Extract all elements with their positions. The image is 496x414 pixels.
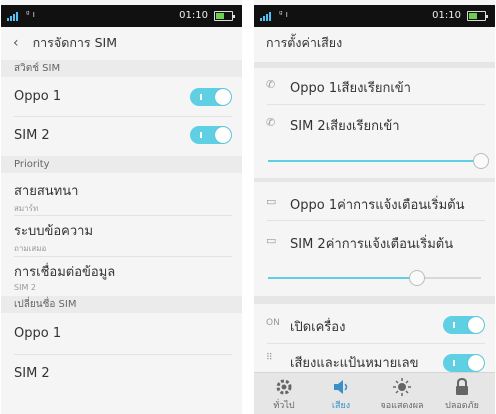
phone-icon: ✆ bbox=[266, 116, 276, 129]
rename-sim2-row[interactable]: SIM 2 bbox=[1, 354, 242, 394]
signal-icon bbox=[7, 12, 21, 21]
nav-security-label: ปลอดภัย bbox=[445, 401, 479, 411]
data-priority-row[interactable]: การเชื่อมต่อข้อมูล SIM 2 bbox=[1, 261, 242, 297]
slider-fill bbox=[268, 277, 418, 279]
nav-sound-label: เสียง bbox=[331, 401, 351, 411]
status-time: 01:10 bbox=[179, 10, 208, 21]
section-gap bbox=[254, 296, 495, 304]
section-header-rename: เปลี่ยนชื่อ SIM bbox=[1, 296, 242, 313]
ringtone-sim2-row[interactable]: ✆ SIM 2เสียงเรียกเข้า bbox=[254, 108, 495, 140]
speaker-icon bbox=[334, 380, 348, 394]
nav-display[interactable]: จอแสดงผล bbox=[372, 373, 432, 414]
sms-priority-value: ถามเสมอ bbox=[14, 244, 47, 253]
message-icon: ▭ bbox=[266, 234, 277, 247]
slider-thumb[interactable] bbox=[473, 153, 489, 169]
sim-management-screen: ᵍ ı 01:10 ‹ การจัดการ SIM สวิตช์ SIM Opp… bbox=[1, 0, 242, 414]
ringtone-sim1-label: Oppo 1เสียงเรียกเข้า bbox=[290, 81, 411, 96]
notification-volume-slider[interactable] bbox=[268, 270, 481, 286]
sms-priority-row[interactable]: ระบบข้อความ ถามเสมอ bbox=[1, 220, 242, 256]
brightness-icon bbox=[393, 378, 411, 396]
notification-sim2-label: SIM 2ค่าการแจ้งเตือนเริ่มต้น bbox=[290, 237, 454, 252]
nav-sound[interactable]: เสียง bbox=[311, 373, 371, 414]
data-priority-label: การเชื่อมต่อข้อมูล bbox=[14, 265, 116, 280]
nav-general[interactable]: ทั่วไป bbox=[254, 373, 314, 414]
call-priority-value: สมาร์ท bbox=[14, 204, 39, 213]
divider bbox=[267, 104, 485, 105]
page-title: การจัดการ SIM bbox=[32, 35, 118, 50]
section-header-sim-switch: สวิตช์ SIM bbox=[1, 60, 242, 77]
signal-icon bbox=[260, 12, 274, 21]
nav-display-label: จอแสดงผล bbox=[380, 401, 424, 411]
bottom-navigation: ทั่วไป เสียง จอแสดงผล ปลอดภัย bbox=[254, 372, 495, 414]
lock-icon bbox=[456, 377, 468, 395]
nav-general-label: ทั่วไป bbox=[273, 401, 295, 411]
divider bbox=[14, 256, 232, 257]
title-bar: การตั้งค่าเสียง bbox=[254, 27, 495, 59]
ringtone-sim2-label: SIM 2เสียงเรียกเข้า bbox=[290, 119, 400, 134]
sim1-switch-label: Oppo 1 bbox=[14, 89, 62, 104]
back-arrow-icon[interactable]: ‹ bbox=[13, 27, 19, 59]
sim1-toggle[interactable] bbox=[190, 88, 232, 106]
divider bbox=[267, 220, 485, 221]
battery-icon bbox=[214, 11, 235, 21]
status-bar: ᵍ ı 01:10 bbox=[1, 5, 242, 27]
nav-security[interactable]: ปลอดภัย bbox=[432, 373, 492, 414]
sim-indicator-icon: ᵍ ı bbox=[26, 10, 36, 20]
ringtone-sim1-row[interactable]: ✆ Oppo 1เสียงเรียกเข้า bbox=[254, 70, 495, 102]
call-priority-row[interactable]: สายสนทนา สมาร์ท bbox=[1, 180, 242, 216]
title-bar: ‹ การจัดการ SIM bbox=[1, 27, 242, 59]
message-icon: ▭ bbox=[266, 195, 277, 208]
rename-sim1-label: Oppo 1 bbox=[14, 326, 62, 341]
page-title: การตั้งค่าเสียง bbox=[266, 35, 343, 50]
slider-thumb[interactable] bbox=[409, 270, 426, 286]
divider bbox=[267, 343, 485, 344]
sound-settings-screen: ᵍ ı 01:10 การตั้งค่าเสียง ✆ Oppo 1เสียงเ… bbox=[254, 0, 495, 414]
dialpad-sound-label: เสียงและแป้นหมายเลข bbox=[290, 356, 419, 371]
phone-icon: ✆ bbox=[266, 78, 276, 91]
sim2-toggle[interactable] bbox=[190, 126, 232, 144]
dialpad-sound-toggle[interactable] bbox=[443, 354, 485, 372]
sim-indicator-icon: ᵍ ı bbox=[279, 10, 289, 20]
battery-icon bbox=[467, 11, 488, 21]
call-priority-label: สายสนทนา bbox=[14, 184, 79, 199]
power-on-sound-label: เปิดเครื่อง bbox=[290, 320, 346, 335]
notification-sim1-row[interactable]: ▭ Oppo 1ค่าการแจ้งเตือนเริ่มต้น bbox=[254, 187, 495, 219]
rename-sim1-row[interactable]: Oppo 1 bbox=[1, 314, 242, 354]
notification-sim2-row[interactable]: ▭ SIM 2ค่าการแจ้งเตือนเริ่มต้น bbox=[254, 226, 495, 258]
status-bar: ᵍ ı 01:10 bbox=[254, 5, 495, 27]
section-gap bbox=[254, 178, 495, 182]
sim2-switch-label: SIM 2 bbox=[14, 128, 50, 143]
data-priority-value: SIM 2 bbox=[14, 283, 36, 292]
status-time: 01:10 bbox=[432, 10, 461, 21]
gear-icon bbox=[276, 379, 292, 395]
rename-sim2-label: SIM 2 bbox=[14, 366, 50, 381]
slider-fill bbox=[268, 160, 481, 162]
power-on-sound-toggle[interactable] bbox=[443, 316, 485, 334]
section-header-priority: Priority bbox=[1, 156, 242, 173]
section-gap bbox=[254, 62, 495, 68]
sms-priority-label: ระบบข้อความ bbox=[14, 224, 94, 239]
dialpad-icon: ⠿ bbox=[266, 353, 273, 363]
notification-sim1-label: Oppo 1ค่าการแจ้งเตือนเริ่มต้น bbox=[290, 198, 465, 213]
power-on-badge: ON bbox=[266, 318, 280, 328]
ringtone-volume-slider[interactable] bbox=[268, 153, 489, 169]
divider bbox=[14, 215, 232, 216]
